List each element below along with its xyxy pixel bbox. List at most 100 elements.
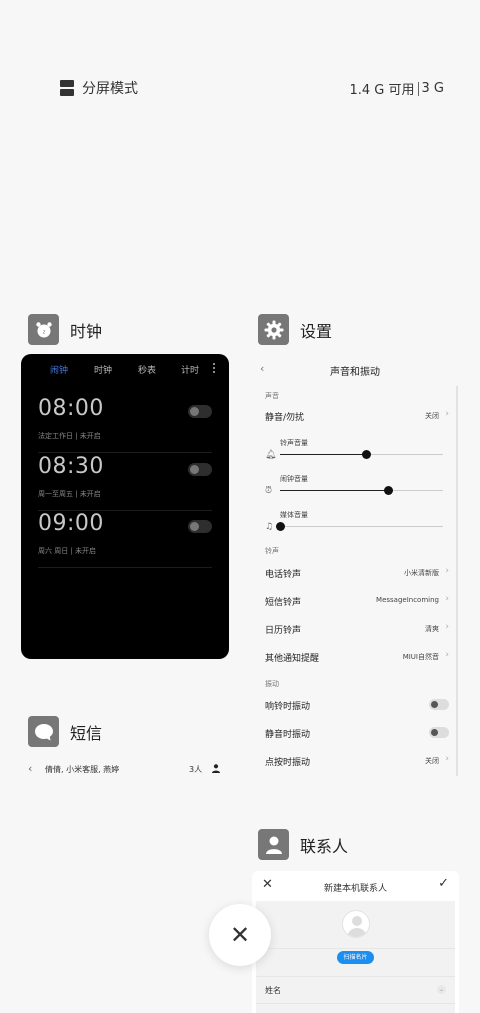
name-field-label[interactable]: 姓名 [265, 985, 281, 996]
alarm-item[interactable]: 08:00 法定工作日 | 未开启 [38, 396, 212, 453]
clock-tabs: 闹钟 时钟 秒表 计时 [21, 363, 229, 377]
back-chevron-icon[interactable]: ‹ [28, 762, 32, 775]
section-header-vibration: 振动 [265, 680, 279, 688]
scrollbar[interactable] [456, 386, 458, 776]
settings-app-thumbnail[interactable]: ‹ 声音和振动 声音 静音/勿扰 关闭 › 🔔︎ 铃声音量 ⏰︎ 闹钟音量 ♫ … [255, 354, 459, 776]
alarm-clock-icon: z [28, 314, 59, 345]
phone-ringtone-value: 小米清新版 [404, 569, 439, 577]
alarm-toggle[interactable] [188, 520, 212, 533]
sms-member-count: 3人 [189, 765, 203, 774]
avatar-placeholder-icon[interactable] [342, 910, 370, 938]
clock-app-thumbnail[interactable]: 闹钟 时钟 秒表 计时 08:00 法定工作日 | 未开启 08:30 周一至周… [21, 354, 229, 659]
calendar-ringtone-row[interactable]: 日历铃声 清爽 › [265, 622, 449, 637]
memory-divider [417, 81, 419, 96]
clock-app-header[interactable]: z 时钟 [28, 314, 102, 345]
alarm-toggle[interactable] [188, 405, 212, 418]
section-header-sound: 声音 [265, 392, 279, 400]
slider-fill [280, 454, 367, 455]
memory-available: 1.4 G 可用 [349, 83, 415, 98]
vibrate-on-silent-label: 静音时振动 [265, 730, 311, 740]
alarm-volume-label: 闹钟音量 [280, 475, 308, 483]
slider-track[interactable] [280, 450, 443, 459]
vibrate-on-tap-row[interactable]: 点按时振动 关闭 › [265, 754, 449, 769]
silent-mode-value: 关闭 [425, 412, 439, 420]
chevron-right-icon: › [445, 754, 449, 764]
vibrate-on-ring-toggle[interactable] [429, 699, 449, 710]
chevron-right-icon: › [445, 409, 449, 419]
contacts-app-thumbnail[interactable]: ✕ 新建本机联系人 ✓ 扫描名片 姓名 ⌄ [252, 871, 459, 1013]
media-volume-label: 媒体音量 [280, 511, 308, 519]
person-icon[interactable] [212, 764, 220, 775]
calendar-ringtone-value: 清爽 [425, 625, 439, 633]
alarm-volume-slider[interactable]: ⏰︎ 闹钟音量 [265, 474, 453, 500]
settings-page-title: 声音和振动 [330, 367, 380, 378]
alarm-item[interactable]: 08:30 周一至周五 | 未开启 [38, 454, 212, 511]
split-screen-button[interactable]: 分屏模式 [60, 78, 138, 98]
vibrate-on-silent-toggle[interactable] [429, 727, 449, 738]
tab-clock[interactable]: 时钟 [94, 363, 112, 376]
divider [256, 948, 455, 949]
vibrate-on-silent-row[interactable]: 静音时振动 [265, 727, 449, 741]
section-header-ringtone: 铃声 [265, 547, 279, 555]
settings-app-header[interactable]: 设置 [258, 314, 332, 345]
contacts-toolbar: ✕ 新建本机联系人 ✓ [252, 871, 459, 901]
alarm-time: 09:00 [38, 511, 104, 536]
bell-icon: 🔔︎ [265, 450, 277, 460]
alarm-icon: ⏰︎ [265, 486, 273, 496]
svg-text:z: z [42, 329, 45, 335]
phone-ringtone-label: 电话铃声 [265, 570, 302, 580]
contacts-app-name: 联系人 [300, 836, 349, 856]
other-notification-row[interactable]: 其他通知提醒 MIUI自然音 › [265, 650, 449, 665]
tab-timer[interactable]: 计时 [181, 363, 199, 376]
alarm-time: 08:30 [38, 454, 104, 479]
silent-mode-label: 静音/勿扰 [265, 413, 305, 423]
ring-volume-label: 铃声音量 [280, 439, 308, 447]
scan-card-button[interactable]: 扫描名片 [337, 951, 374, 964]
slider-track[interactable] [276, 522, 443, 531]
gear-icon [258, 314, 289, 345]
sms-app-header[interactable]: 短信 [28, 716, 102, 747]
memory-status: 1.4 G 可用 3 G [350, 79, 445, 98]
contacts-page-title: 新建本机联系人 [323, 884, 387, 894]
more-icon[interactable] [213, 363, 216, 373]
vibrate-on-tap-label: 点按时振动 [265, 758, 311, 768]
memory-total: 3 G [421, 81, 444, 96]
checkmark-icon[interactable]: ✓ [438, 876, 449, 891]
chat-bubble-icon [28, 716, 59, 747]
vibrate-on-ring-row[interactable]: 响铃时振动 [265, 699, 449, 713]
contacts-form: 扫描名片 姓名 ⌄ [256, 901, 455, 1013]
vibrate-on-ring-label: 响铃时振动 [265, 702, 311, 712]
other-notification-value: MIUI自然音 [402, 653, 439, 661]
slider-thumb[interactable] [362, 450, 372, 459]
media-volume-slider[interactable]: ♫ 媒体音量 [265, 510, 453, 536]
contacts-app-header[interactable]: 联系人 [258, 829, 348, 860]
phone-ringtone-row[interactable]: 电话铃声 小米清新版 › [265, 566, 449, 581]
other-notification-label: 其他通知提醒 [265, 654, 320, 664]
alarm-toggle[interactable] [188, 463, 212, 476]
close-all-button[interactable]: ✕ [209, 904, 271, 966]
clock-app-name: 时钟 [70, 321, 103, 341]
slider-thumb[interactable] [383, 486, 393, 495]
sms-thread-header[interactable]: ‹ 倩倩, 小米客服, 燕婷 3人 [28, 762, 223, 777]
alarm-repeat: 周六 周日 | 未开启 [38, 547, 97, 555]
split-screen-icon [60, 80, 74, 96]
alarm-item[interactable]: 09:00 周六 周日 | 未开启 [38, 511, 212, 568]
sms-ringtone-row[interactable]: 短信铃声 MessageIncoming › [265, 594, 449, 609]
tab-alarm[interactable]: 闹钟 [50, 363, 68, 376]
alarm-time: 08:00 [38, 396, 104, 421]
slider-thumb[interactable] [276, 522, 285, 531]
sms-app-name: 短信 [70, 723, 103, 743]
sms-ringtone-label: 短信铃声 [265, 598, 302, 608]
tab-stopwatch[interactable]: 秒表 [138, 363, 156, 376]
ring-volume-slider[interactable]: 🔔︎ 铃声音量 [265, 438, 453, 464]
chevron-right-icon: › [445, 566, 449, 576]
slider-fill [280, 490, 388, 491]
sms-thread-names: 倩倩, 小米客服, 燕婷 [45, 765, 120, 774]
chevron-down-icon[interactable]: ⌄ [437, 985, 446, 994]
music-note-icon: ♫ [265, 522, 274, 532]
silent-mode-row[interactable]: 静音/勿扰 关闭 › [265, 409, 449, 424]
contact-person-icon [258, 829, 289, 860]
vibrate-on-tap-value: 关闭 [425, 757, 439, 765]
slider-track[interactable] [280, 486, 443, 495]
sms-ringtone-value: MessageIncoming [376, 596, 439, 604]
